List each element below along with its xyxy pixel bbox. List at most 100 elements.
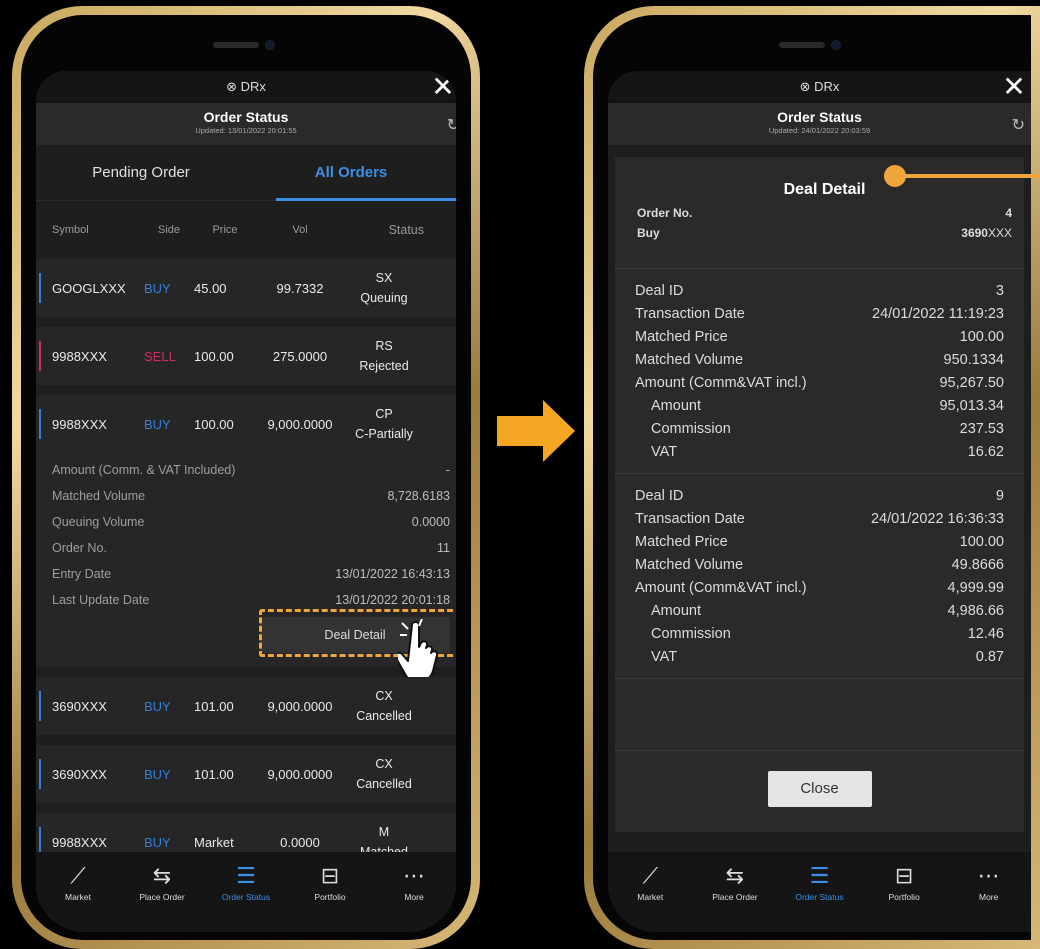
modal-title: Deal Detail: [783, 181, 866, 198]
transition-arrow-icon: [497, 400, 575, 462]
tab-pending-order[interactable]: Pending Order: [36, 145, 246, 200]
close-icon[interactable]: ✕: [430, 73, 456, 101]
detail-row: Queuing Volume 0.0000: [52, 509, 450, 535]
swap-arrows-icon: ⇆: [725, 863, 745, 888]
detail-row: Amount (Comm. & VAT Included) -: [52, 457, 450, 483]
refresh-icon[interactable]: ↻: [1012, 115, 1025, 135]
table-row[interactable]: 3690XXX BUY 101.00 9,000.0000 CX Cancelle…: [36, 677, 456, 735]
detail-label: Entry Date: [52, 567, 112, 581]
deal-label: Commission: [651, 420, 731, 437]
deal-label: Transaction Date: [635, 510, 745, 527]
table-row[interactable]: 3690XXX BUY 101.00 9,000.0000 CX Cancelle…: [36, 745, 456, 803]
col-vol: Vol: [292, 224, 308, 236]
nav-label: Order Status: [795, 892, 844, 902]
nav-market[interactable]: ⟋ Market: [36, 852, 120, 932]
row-price: 101.00: [194, 766, 234, 782]
col-price: Price: [212, 224, 238, 236]
list-icon: ☰: [809, 863, 830, 888]
deal-row: Transaction Date 24/01/2022 11:19:23: [635, 302, 1004, 325]
briefcase-icon: ⊟: [320, 863, 340, 888]
nav-label: Order Status: [221, 892, 271, 902]
callout-line: [900, 174, 1040, 178]
modal-overlay: Deal Detail Order No. 4 Buy 3690XXX Deal I…: [608, 145, 1031, 852]
detail-value: 8,728.6183: [387, 489, 450, 503]
title-bar: Order Status Updated: 24/01/2022 20:03:5…: [608, 103, 1031, 145]
nav-more[interactable]: ⋯ More: [946, 852, 1031, 932]
deal-value: 100.00: [959, 533, 1004, 550]
deal-label: Matched Price: [635, 328, 728, 345]
row-symbol: GOOGLXXX: [52, 280, 126, 296]
updated-timestamp: Updated: 24/01/2022 20:03:59: [768, 126, 871, 135]
detail-label: Matched Volume: [52, 489, 146, 503]
right-phone-frame: ⊗ DRx ✕ Order Status Updated: 24/01/2022…: [584, 6, 1040, 949]
nav-label: Portfolio: [314, 892, 346, 902]
deal-row: Deal ID 9: [635, 484, 1004, 507]
deal-label: Matched Volume: [635, 556, 744, 573]
title-bar: Order Status Updated: 13/01/2022 20:01:5…: [36, 103, 456, 145]
row-symbol: 9988XXX: [52, 416, 107, 432]
row-price: 101.00: [194, 698, 234, 714]
detail-value: 11: [437, 541, 450, 555]
table-row-expanded[interactable]: 9988XXX BUY 100.00 9,000.0000 CP C-Partia…: [36, 395, 456, 453]
order-details: Amount (Comm. & VAT Included) - Matched V…: [36, 453, 456, 682]
row-side: BUY: [144, 698, 171, 714]
deal-row: VAT 0.87: [635, 645, 1004, 668]
right-screen: ⊗ DRx ✕ Order Status Updated: 24/01/2022…: [608, 71, 1031, 932]
close-button[interactable]: Close: [767, 771, 872, 807]
deal-value: 12.46: [967, 625, 1004, 642]
row-vol: 99.7332: [276, 280, 324, 296]
nav-order-status[interactable]: ☰ Order Status: [204, 852, 288, 932]
table-row[interactable]: 9988XXX SELL 100.00 275.0000 RS Rejected: [36, 327, 456, 385]
status-text: Rejected: [359, 359, 409, 373]
notch: [767, 37, 857, 53]
tab-all-orders[interactable]: All Orders: [246, 145, 456, 200]
row-vol: 9,000.0000: [267, 698, 333, 714]
detail-value: -: [445, 463, 450, 477]
nav-portfolio[interactable]: ⊟ Portfolio: [862, 852, 947, 932]
deal-value: 16.62: [967, 443, 1004, 460]
deal-label: Amount (Comm&VAT incl.): [635, 579, 807, 596]
nav-label: Market: [637, 892, 664, 902]
deal-row: Transaction Date 24/01/2022 16:36:33: [635, 507, 1004, 530]
row-indicator: [39, 409, 41, 439]
nav-more[interactable]: ⋯ More: [372, 852, 456, 932]
nav-label: Place Order: [139, 892, 185, 902]
detail-row: Entry Date 13/01/2022 16:43:13: [52, 561, 450, 587]
deal-row: Commission 237.53: [635, 417, 1004, 440]
close-icon[interactable]: ✕: [1001, 73, 1027, 101]
nav-order-status[interactable]: ☰ Order Status: [777, 852, 862, 932]
order-no-row: Order No. 4: [637, 203, 1012, 223]
nav-portfolio[interactable]: ⊟ Portfolio: [288, 852, 372, 932]
row-vol: 0.0000: [280, 834, 320, 850]
deal-value: 4,986.66: [947, 602, 1004, 619]
deal-value: 0.87: [975, 648, 1004, 665]
order-no-value: 4: [1005, 206, 1012, 220]
order-tabs: Pending Order All Orders: [36, 145, 456, 201]
nav-label: Portfolio: [888, 892, 920, 902]
symbol-suffix: XXX: [987, 226, 1012, 240]
deal-row: Amount 95,013.34: [635, 394, 1004, 417]
briefcase-icon: ⊟: [894, 863, 914, 888]
deal-label: Amount: [651, 397, 701, 414]
deal-detail-area: Deal Detail: [52, 609, 456, 682]
status-code: CX: [375, 689, 393, 703]
row-indicator: [39, 759, 41, 789]
table-row[interactable]: GOOGLXXX BUY 45.00 99.7332 SX Queuing: [36, 259, 456, 317]
nav-place-order[interactable]: ⇆ Place Order: [693, 852, 778, 932]
deal-block: Deal ID 9 Transaction Date 24/01/2022 16:3…: [615, 474, 1024, 679]
row-symbol: 9988XXX: [52, 348, 107, 364]
order-no-label: Order No.: [637, 206, 693, 220]
row-status: CX Cancelled: [344, 754, 424, 794]
symbol-value: 3690XXX: [961, 226, 1012, 240]
nav-place-order[interactable]: ⇆ Place Order: [120, 852, 204, 932]
deal-row: Matched Price 100.00: [635, 530, 1004, 553]
deal-value: 49.8666: [951, 556, 1004, 573]
refresh-icon[interactable]: ↻: [447, 115, 456, 135]
nav-market[interactable]: ⟋ Market: [608, 852, 693, 932]
detail-value: 13/01/2022 20:01:18: [335, 593, 450, 607]
row-price: Market: [194, 834, 234, 850]
more-dots-icon: ⋯: [977, 863, 1000, 888]
bottom-nav: ⟋ Market ⇆ Place Order ☰ Order Status ⊟ Port…: [608, 852, 1031, 932]
nav-label: Market: [65, 892, 91, 902]
left-phone-frame: ⊗ DRx ✕ Order Status Updated: 13/01/2022…: [12, 6, 480, 949]
